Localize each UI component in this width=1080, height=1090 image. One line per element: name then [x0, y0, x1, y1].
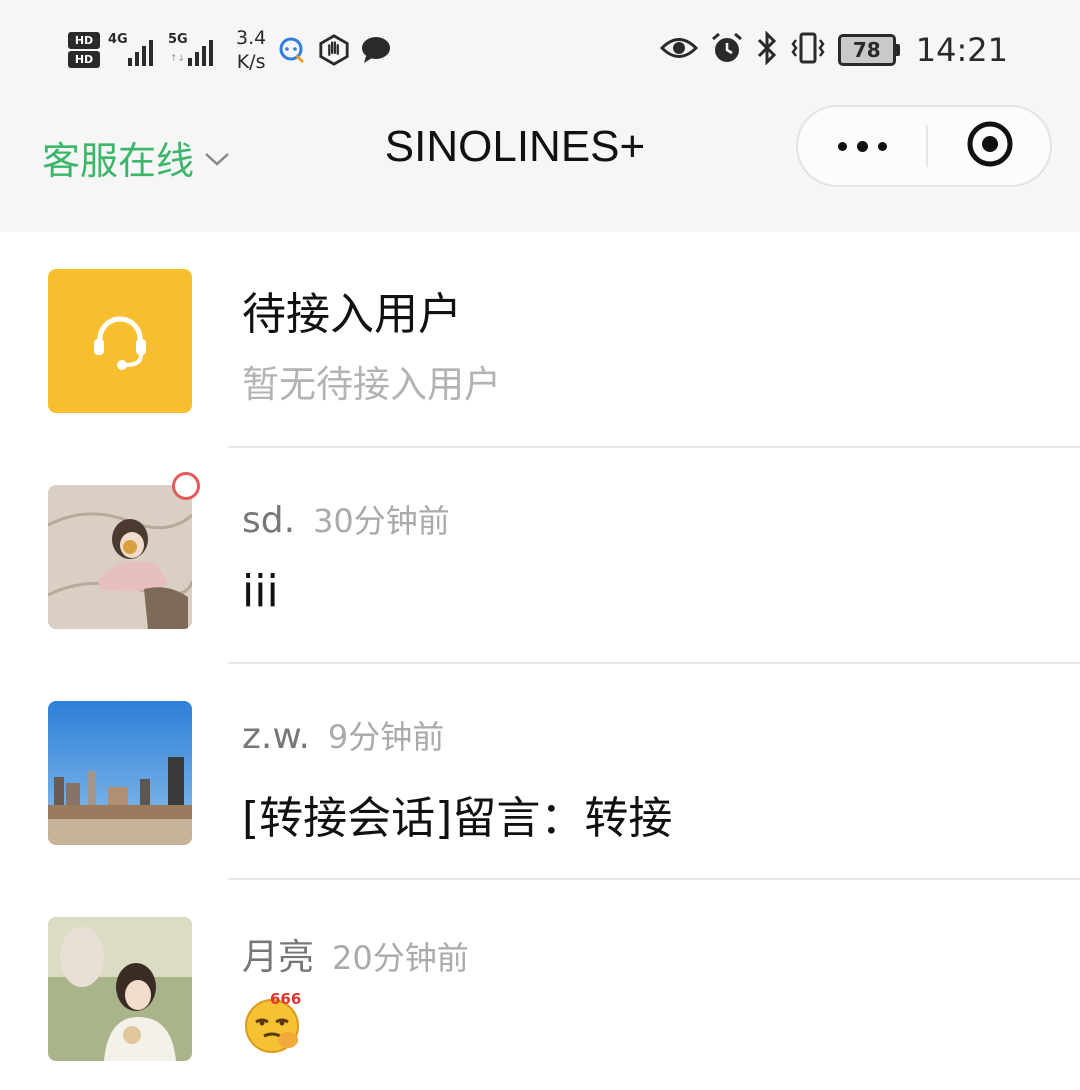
avatar	[48, 485, 192, 629]
vibrate-icon	[790, 31, 826, 69]
last-message: 666	[242, 990, 312, 1060]
chat-app-icon	[276, 34, 308, 66]
status-bar-right: 78 14:21	[659, 26, 1008, 74]
message-time: 9分钟前	[327, 718, 445, 756]
clock: 14:21	[915, 31, 1008, 69]
network-4g-label: 4G	[108, 32, 128, 47]
chevron-down-icon	[204, 151, 230, 171]
signal-4g-icon: 4G	[108, 30, 164, 70]
hd-badge-1: HD	[68, 32, 100, 49]
last-message: [转接会话]留言：转接	[242, 793, 673, 844]
message-icon	[360, 34, 392, 66]
headset-icon	[48, 269, 192, 413]
avatar	[48, 917, 192, 1061]
mini-program-capsule	[796, 105, 1052, 187]
hd-icon: HD HD	[68, 32, 100, 68]
avatar	[48, 701, 192, 845]
bluetooth-icon	[756, 30, 778, 69]
alarm-icon	[710, 31, 744, 69]
target-close-icon	[965, 119, 1015, 173]
status-bar-left: HD HD 4G 5G ↑↓ 3.4 K/s	[68, 26, 402, 74]
top-bar: HD HD 4G 5G ↑↓ 3.4 K/s 78 14:21 客服在线 SIN…	[0, 0, 1080, 232]
service-status-label: 客服在线	[42, 139, 195, 183]
page-title: SINOLINES+	[384, 122, 646, 171]
more-dots-icon	[833, 140, 892, 152]
close-button[interactable]	[928, 107, 1052, 185]
pending-users-title: 待接入用户	[242, 289, 462, 340]
contact-name: z.w.	[242, 716, 310, 757]
unread-indicator	[172, 472, 200, 500]
signal-5g-icon: 5G ↑↓	[168, 30, 224, 70]
pending-users-subtitle: 暂无待接入用户	[242, 363, 501, 406]
message-time: 20分钟前	[332, 939, 469, 977]
service-status-dropdown[interactable]: 客服在线	[42, 130, 230, 185]
emoji-666-icon: 666	[242, 990, 308, 1067]
contact-name: sd.	[242, 500, 296, 541]
conversation-header: sd. 30分钟前	[242, 496, 450, 542]
more-button[interactable]	[798, 107, 926, 185]
last-message: iii	[242, 566, 279, 617]
eye-icon	[659, 35, 698, 65]
conversation-header: z.w. 9分钟前	[242, 712, 444, 758]
battery-icon: 78	[837, 34, 900, 66]
message-time: 30分钟前	[313, 502, 450, 540]
conversation-header: 月亮 20分钟前	[242, 928, 469, 980]
contact-name: 月亮	[242, 937, 315, 978]
emoji-666-label: 666	[270, 990, 301, 1008]
network-speed: 3.4 K/s	[236, 27, 267, 73]
battery-level: 78	[837, 34, 896, 66]
hand-stop-icon	[318, 34, 350, 66]
hd-badge-2: HD	[68, 51, 100, 68]
network-5g-label: 5G	[168, 32, 188, 47]
